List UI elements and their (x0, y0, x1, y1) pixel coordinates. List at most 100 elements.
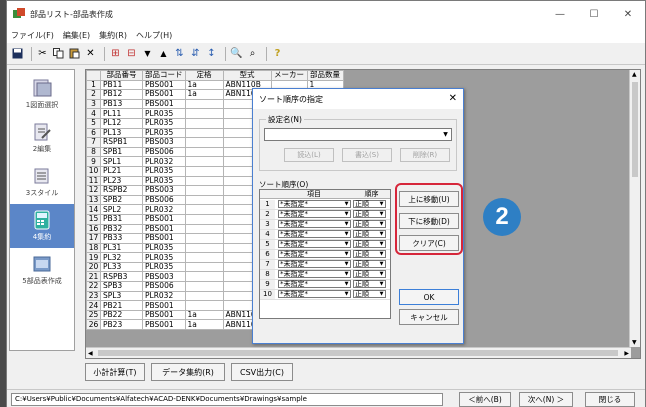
chevron-down-icon[interactable]: ▼ (378, 241, 385, 247)
table-cell[interactable] (184, 223, 224, 235)
sort-item-select[interactable]: *未指定* ▼ (278, 200, 351, 209)
table-cell[interactable]: PBS003 (142, 271, 186, 283)
aggregate-data-button[interactable]: データ集約(R) (151, 363, 225, 381)
column-header[interactable]: 定格 (184, 70, 224, 81)
sort-order-select[interactable]: 正順 ▼ (353, 200, 386, 209)
chevron-down-icon[interactable]: ▼ (378, 271, 385, 277)
table-cell[interactable]: PLR035 (142, 165, 186, 177)
scroll-down-icon[interactable]: ▼ (632, 339, 637, 346)
search-icon[interactable]: 🔍 (230, 47, 243, 60)
chevron-down-icon[interactable]: ▼ (343, 291, 350, 297)
csv-export-button[interactable]: CSV出力(C) (231, 363, 293, 381)
table-cell[interactable]: PBS001 (142, 309, 186, 321)
table-cell[interactable]: PB22 (100, 309, 143, 321)
help-icon[interactable]: ? (271, 47, 284, 60)
sort-item-select[interactable]: *未指定* ▼ (278, 220, 351, 229)
table-cell[interactable]: PLR035 (142, 252, 186, 263)
table-cell[interactable]: 1a (184, 89, 224, 100)
sort-item-select[interactable]: *未指定* ▼ (278, 230, 351, 239)
table-cell[interactable]: SPB1 (100, 146, 143, 158)
table-cell[interactable]: PL11 (100, 108, 143, 119)
chevron-down-icon[interactable]: ▼ (343, 231, 350, 237)
chevron-down-icon[interactable]: ▼ (343, 261, 350, 267)
table-cell[interactable] (184, 194, 224, 206)
table-cell[interactable]: PBS003 (142, 137, 186, 148)
move-up-icon[interactable]: ▲ (157, 47, 170, 60)
table-cell[interactable] (184, 127, 224, 139)
sort-order-select[interactable]: 正順 ▼ (353, 250, 386, 259)
table-cell[interactable]: SPB2 (100, 194, 143, 206)
table-cell[interactable]: PL33 (100, 261, 143, 273)
sort-ascending-icon[interactable]: ⇅ (173, 47, 186, 60)
table-cell[interactable]: PLR032 (142, 156, 186, 167)
table-cell[interactable] (184, 213, 224, 225)
chevron-down-icon[interactable]: ▼ (378, 291, 385, 297)
save-icon[interactable] (11, 47, 24, 60)
chevron-down-icon[interactable]: ▼ (343, 211, 350, 217)
column-header[interactable]: 部品番号 (100, 70, 143, 81)
table-cell[interactable] (184, 204, 224, 215)
cut-icon[interactable]: ✂ (36, 47, 49, 60)
chevron-down-icon[interactable]: ▼ (378, 251, 385, 257)
sort-order-select[interactable]: 正順 ▼ (353, 280, 386, 289)
table-cell[interactable]: RSPB3 (100, 271, 143, 283)
table-cell[interactable]: PBS006 (142, 194, 186, 206)
sidebar-item-edit[interactable]: 2編集 (10, 116, 74, 160)
table-cell[interactable]: PBS001 (142, 223, 186, 235)
table-cell[interactable] (184, 242, 224, 254)
table-cell[interactable]: PL21 (100, 165, 143, 177)
delete-settings-button[interactable]: 削除(R) (400, 148, 450, 162)
table-cell[interactable]: PB21 (100, 300, 143, 311)
horizontal-scrollbar[interactable]: ◀ ▶ (86, 347, 631, 358)
subtotal-button[interactable]: 小計計算(T) (85, 363, 145, 381)
chevron-down-icon[interactable]: ▼ (378, 261, 385, 267)
table-cell[interactable]: PL32 (100, 252, 143, 263)
table-cell[interactable]: SPL2 (100, 204, 143, 215)
dialog-close-icon[interactable]: ✕ (449, 93, 457, 104)
column-header[interactable]: 部品コード (142, 70, 186, 81)
table-cell[interactable]: PB13 (100, 98, 143, 110)
table-cell[interactable] (184, 185, 224, 196)
close-button[interactable]: ✕ (611, 1, 645, 27)
table-cell[interactable] (184, 137, 224, 148)
next-button[interactable]: 次へ(N) ＞ (519, 392, 573, 407)
table-cell[interactable] (184, 300, 224, 311)
table-cell[interactable]: PLR032 (142, 204, 186, 215)
sort-order-select[interactable]: 正順 ▼ (353, 220, 386, 229)
table-cell[interactable] (184, 108, 224, 119)
table-cell[interactable]: PB31 (100, 213, 143, 225)
sort-item-select[interactable]: *未指定* ▼ (278, 250, 351, 259)
table-cell[interactable]: PLR035 (142, 117, 186, 129)
chevron-down-icon[interactable]: ▼ (343, 201, 350, 207)
table-cell[interactable] (184, 175, 224, 187)
table-cell[interactable]: SPL3 (100, 290, 143, 302)
delete-row-icon[interactable]: ⊟ (125, 47, 138, 60)
table-cell[interactable] (184, 290, 224, 302)
close-window-button[interactable]: 閉じる (585, 392, 635, 407)
chevron-down-icon[interactable]: ▼ (343, 221, 350, 227)
insert-row-icon[interactable]: ⊞ (109, 47, 122, 60)
table-cell[interactable]: 1a (184, 309, 224, 321)
table-cell[interactable]: 1a (184, 79, 224, 91)
sort-custom-icon[interactable]: ↕ (205, 47, 218, 60)
load-button[interactable]: 読込(L) (284, 148, 334, 162)
chevron-down-icon[interactable]: ▼ (343, 271, 350, 277)
sort-item-select[interactable]: *未指定* ▼ (278, 280, 351, 289)
sort-order-select[interactable]: 正順 ▼ (353, 210, 386, 219)
sort-descending-icon[interactable]: ⇵ (189, 47, 202, 60)
table-cell[interactable]: PBS003 (142, 185, 186, 196)
table-cell[interactable]: PL31 (100, 242, 143, 254)
settings-name-select[interactable]: ▼ (264, 128, 452, 141)
table-cell[interactable] (184, 98, 224, 110)
column-header[interactable]: メーカー (270, 70, 308, 81)
write-button[interactable]: 書込(S) (342, 148, 392, 162)
column-header[interactable]: 型式 (222, 70, 272, 81)
scroll-thumb[interactable] (632, 82, 638, 177)
move-down-icon[interactable]: ▼ (141, 47, 154, 60)
menu-file[interactable]: ファイル(F) (11, 30, 54, 41)
table-cell[interactable] (184, 233, 224, 244)
table-cell[interactable]: RSPB1 (100, 137, 143, 148)
table-cell[interactable]: PLR032 (142, 290, 186, 302)
sort-order-select[interactable]: 正順 ▼ (353, 290, 386, 299)
sidebar-item-parts-list[interactable]: 5部品表作成 (10, 248, 74, 292)
